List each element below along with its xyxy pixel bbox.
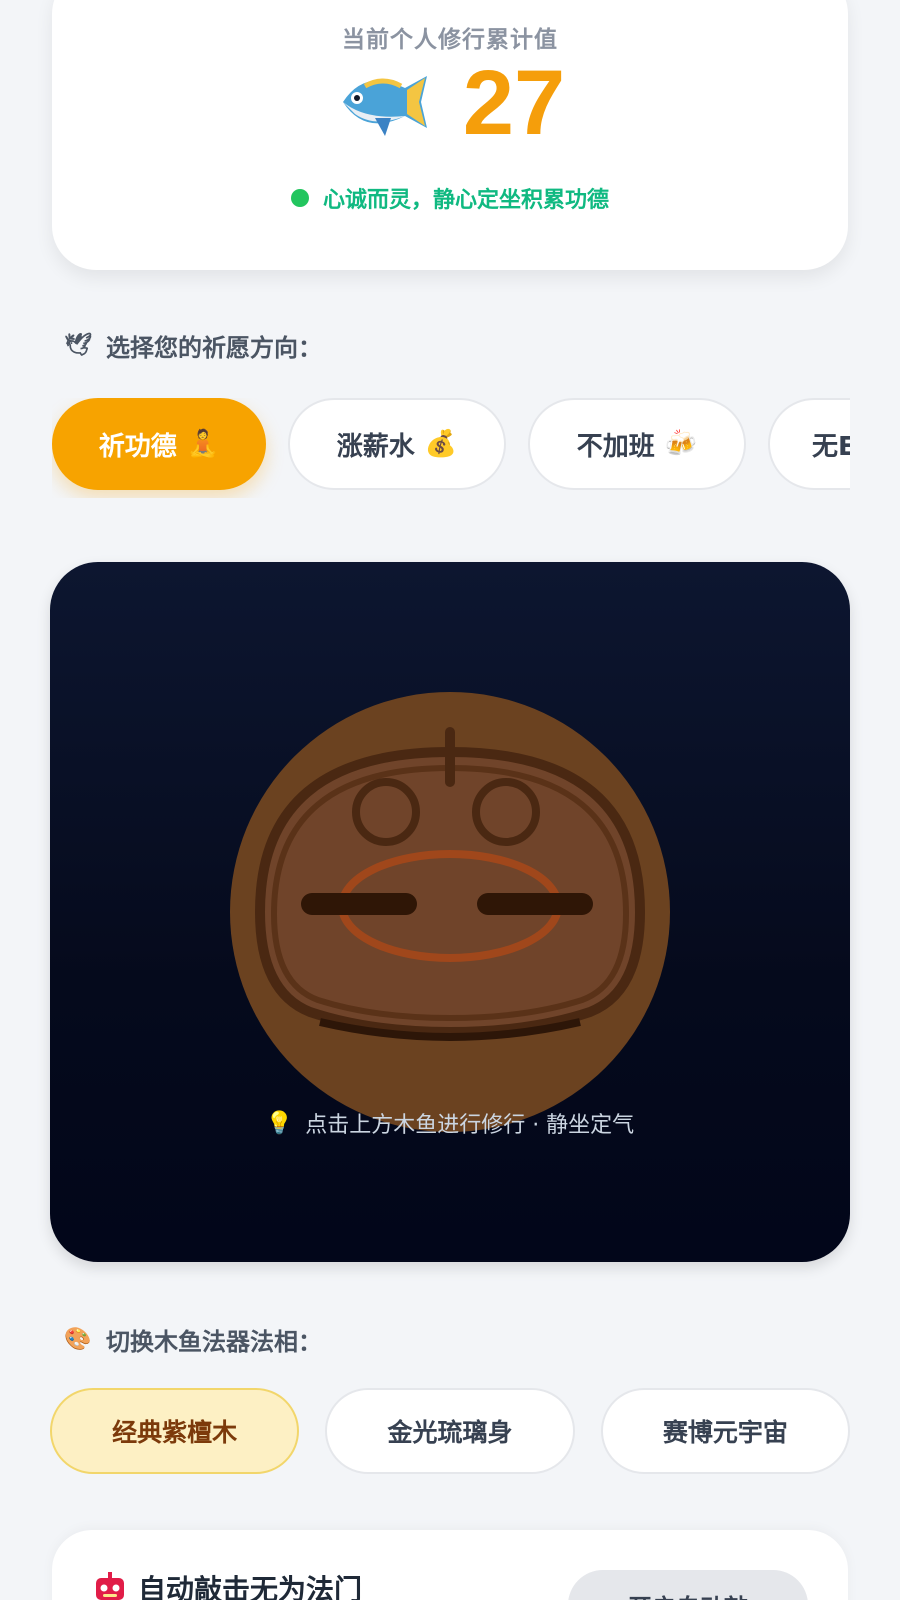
status-dot-icon <box>290 189 309 207</box>
palette-icon: 🎨 <box>64 1327 92 1352</box>
wish-chip-more[interactable]: 无E <box>768 398 850 490</box>
auto-tap-toggle-button[interactable]: 开启自动敲 <box>568 1570 808 1600</box>
money-bag-icon: 💰 <box>424 429 458 459</box>
beer-icon: 🍻 <box>664 429 698 459</box>
skin-button-cyber-metaverse[interactable]: 赛博元宇宙 <box>600 1388 850 1474</box>
status-text: 心诚而灵，静心定坐积累功德 <box>322 188 609 213</box>
counter-value: 27 <box>462 52 566 154</box>
stage-hint: 💡 点击上方木鱼进行修行 · 静坐定气 <box>50 1107 850 1139</box>
chip-label: 祈功德 <box>98 431 177 462</box>
chip-label: 无E <box>812 431 850 462</box>
stage-hint-text: 点击上方木鱼进行修行 · 静坐定气 <box>305 1113 635 1138</box>
wish-label-text: 选择您的祈愿方向： <box>106 334 322 362</box>
bulb-icon: 💡 <box>265 1110 294 1136</box>
dove-icon: 🕊 <box>64 333 92 358</box>
wish-chip-scroller[interactable]: 祈功德 🧘 涨薪水 💰 不加班 🍻 无E <box>52 398 850 498</box>
merit-counter-card: 当前个人修行累计值 27 心诚而灵，静心定坐积累功德 <box>52 0 848 270</box>
skin-label-text: 切换木鱼法器法相： <box>106 1328 322 1356</box>
wish-chip-salary[interactable]: 涨薪水 💰 <box>288 398 506 490</box>
chip-label: 涨薪水 <box>336 431 415 462</box>
skin-section-label: 🎨 切换木鱼法器法相： <box>62 1322 322 1357</box>
auto-tap-title-text: 自动敲击无为法门 <box>138 1573 363 1600</box>
wish-section-label: 🕊 选择您的祈愿方向： <box>62 328 322 363</box>
skin-button-rosewood[interactable]: 经典紫檀木 <box>50 1388 300 1474</box>
wish-chip-no-overtime[interactable]: 不加班 🍻 <box>528 398 746 490</box>
counter-status: 心诚而灵，静心定坐积累功德 <box>52 182 848 214</box>
skin-button-golden-glass[interactable]: 金光琉璃身 <box>325 1388 575 1474</box>
auto-tap-title: 自动敲击无为法门 <box>92 1568 362 1600</box>
counter-row: 27 <box>52 48 848 158</box>
skin-selector: 经典紫檀木 金光琉璃身 赛博元宇宙 <box>50 1388 850 1474</box>
auto-tap-card: 自动敲击无为法门 开启自动敲 <box>52 1530 848 1600</box>
robot-icon <box>96 1572 124 1600</box>
fish-icon <box>342 76 427 136</box>
wish-chip-merit[interactable]: 祈功德 🧘 <box>52 398 266 490</box>
wooden-fish-icon[interactable] <box>230 692 670 1132</box>
meditation-icon: 🧘 <box>186 429 220 459</box>
wooden-fish-stage: 💡 点击上方木鱼进行修行 · 静坐定气 <box>50 562 850 1262</box>
wish-chip-track: 祈功德 🧘 涨薪水 💰 不加班 🍻 无E <box>52 398 850 490</box>
chip-label: 不加班 <box>576 431 655 462</box>
